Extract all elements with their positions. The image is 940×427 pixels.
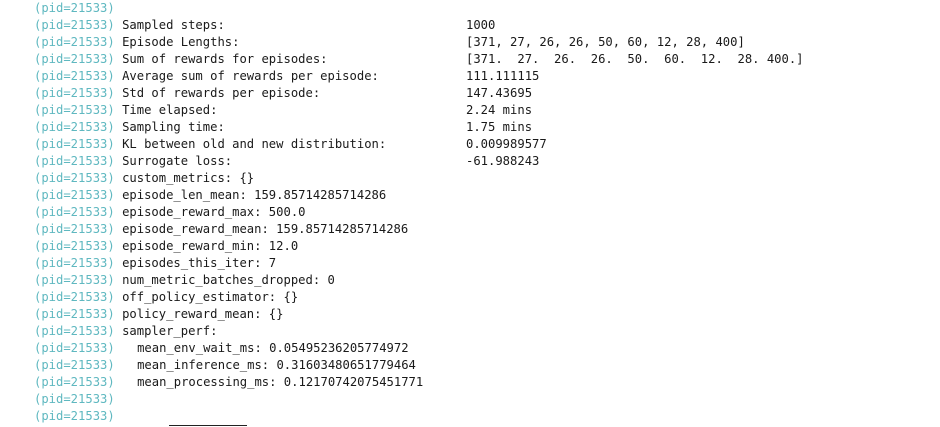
log-value: 2.24 mins (466, 103, 533, 117)
pid-prefix: (pid=21533) (34, 52, 115, 66)
pid-prefix: (pid=21533) (34, 256, 115, 270)
text-cursor (169, 425, 247, 426)
pid-prefix: (pid=21533) (34, 188, 115, 202)
log-label: Episode Lengths: (122, 35, 240, 49)
pid-prefix: (pid=21533) (34, 375, 115, 389)
log-value: 111.111115 (466, 69, 540, 83)
log-line: (pid=21533) episode_reward_mean: 159.857… (34, 221, 934, 238)
log-line: (pid=21533) episode_len_mean: 159.857142… (34, 187, 934, 204)
log-label: Surrogate loss: (122, 154, 233, 168)
pid-prefix: (pid=21533) (34, 18, 115, 32)
pid-prefix: (pid=21533) (34, 392, 115, 406)
log-label: episode_reward_min: 12.0 (122, 239, 299, 253)
terminal-output: (pid=21533) (pid=21533) Sampled steps: 100… (34, 0, 934, 425)
log-line: (pid=21533) episode_reward_min: 12.0 (34, 238, 934, 255)
log-value: 1000 (466, 18, 496, 32)
pid-prefix: (pid=21533) (34, 120, 115, 134)
pid-prefix: (pid=21533) (34, 239, 115, 253)
pid-prefix: (pid=21533) (34, 103, 115, 117)
pid-prefix: (pid=21533) (34, 1, 115, 15)
log-label: policy_reward_mean: {} (122, 307, 284, 321)
pid-prefix: (pid=21533) (34, 171, 115, 185)
log-label: mean_env_wait_ms: 0.05495236205774972 (137, 341, 409, 355)
log-line: (pid=21533) episode_reward_max: 500.0 (34, 204, 934, 221)
log-line: (pid=21533) policy_reward_mean: {} (34, 306, 934, 323)
log-line: (pid=21533) mean_processing_ms: 0.121707… (34, 374, 934, 391)
log-line: (pid=21533) Sampling time: 1.75 mins (34, 119, 934, 136)
log-line: (pid=21533) KL between old and new distr… (34, 136, 934, 153)
pid-prefix: (pid=21533) (34, 222, 115, 236)
log-line: (pid=21533) Surrogate loss: -61.988243 (34, 153, 934, 170)
pid-prefix: (pid=21533) (34, 205, 115, 219)
log-line: (pid=21533) sampler_perf: (34, 323, 934, 340)
log-label: episode_len_mean: 159.85714285714286 (122, 188, 387, 202)
log-value: -61.988243 (466, 154, 540, 168)
pid-prefix: (pid=21533) (34, 273, 115, 287)
log-label: off_policy_estimator: {} (122, 290, 299, 304)
log-line: (pid=21533) Sum of rewards for episodes:… (34, 51, 934, 68)
pid-prefix: (pid=21533) (34, 307, 115, 321)
pid-prefix: (pid=21533) (34, 35, 115, 49)
log-line: (pid=21533) mean_env_wait_ms: 0.05495236… (34, 340, 934, 357)
pid-prefix: (pid=21533) (34, 290, 115, 304)
log-label: episode_reward_mean: 159.85714285714286 (122, 222, 409, 236)
log-label: episode_reward_max: 500.0 (122, 205, 306, 219)
log-line: (pid=21533) Sampled steps: 1000 (34, 17, 934, 34)
log-line: (pid=21533) num_metric_batches_dropped: … (34, 272, 934, 289)
log-value: [371, 27, 26, 26, 50, 60, 12, 28, 400] (466, 35, 745, 49)
log-label: Sum of rewards for episodes: (122, 52, 328, 66)
log-label: Time elapsed: (122, 103, 218, 117)
log-line: (pid=21533) (34, 408, 934, 425)
log-line: (pid=21533) Time elapsed: 2.24 mins (34, 102, 934, 119)
pid-prefix: (pid=21533) (34, 137, 115, 151)
log-value: 1.75 mins (466, 120, 533, 134)
pid-prefix: (pid=21533) (34, 324, 115, 338)
log-label: Average sum of rewards per episode: (122, 69, 379, 83)
pid-prefix: (pid=21533) (34, 69, 115, 83)
log-label: mean_inference_ms: 0.31603480651779464 (137, 358, 416, 372)
log-label: mean_processing_ms: 0.12170742075451771 (137, 375, 424, 389)
log-value: 147.43695 (466, 86, 533, 100)
pid-prefix: (pid=21533) (34, 409, 115, 423)
log-label: KL between old and new distribution: (122, 137, 387, 151)
log-line: (pid=21533) Episode Lengths: [371, 27, 26… (34, 34, 934, 51)
log-line: (pid=21533) Std of rewards per episode: 1… (34, 85, 934, 102)
log-line: (pid=21533) (34, 391, 934, 408)
pid-prefix: (pid=21533) (34, 154, 115, 168)
log-line: (pid=21533) episodes_this_iter: 7 (34, 255, 934, 272)
log-line: (pid=21533) off_policy_estimator: {} (34, 289, 934, 306)
log-value: 0.009989577 (466, 137, 547, 151)
pid-prefix: (pid=21533) (34, 86, 115, 100)
log-line: (pid=21533) (34, 0, 934, 17)
log-line: (pid=21533) mean_inference_ms: 0.3160348… (34, 357, 934, 374)
pid-prefix: (pid=21533) (34, 341, 115, 355)
log-label: num_metric_batches_dropped: 0 (122, 273, 335, 287)
log-label: episodes_this_iter: 7 (122, 256, 277, 270)
log-value: [371. 27. 26. 26. 50. 60. 12. 28. 400.] (466, 52, 804, 66)
pid-prefix: (pid=21533) (34, 358, 115, 372)
log-line: (pid=21533) custom_metrics: {} (34, 170, 934, 187)
log-label: Sampled steps: (122, 18, 225, 32)
log-label: Sampling time: (122, 120, 225, 134)
log-label: Std of rewards per episode: (122, 86, 321, 100)
log-label: custom_metrics: {} (122, 171, 255, 185)
log-label: sampler_perf: (122, 324, 218, 338)
log-line: (pid=21533) Average sum of rewards per e… (34, 68, 934, 85)
